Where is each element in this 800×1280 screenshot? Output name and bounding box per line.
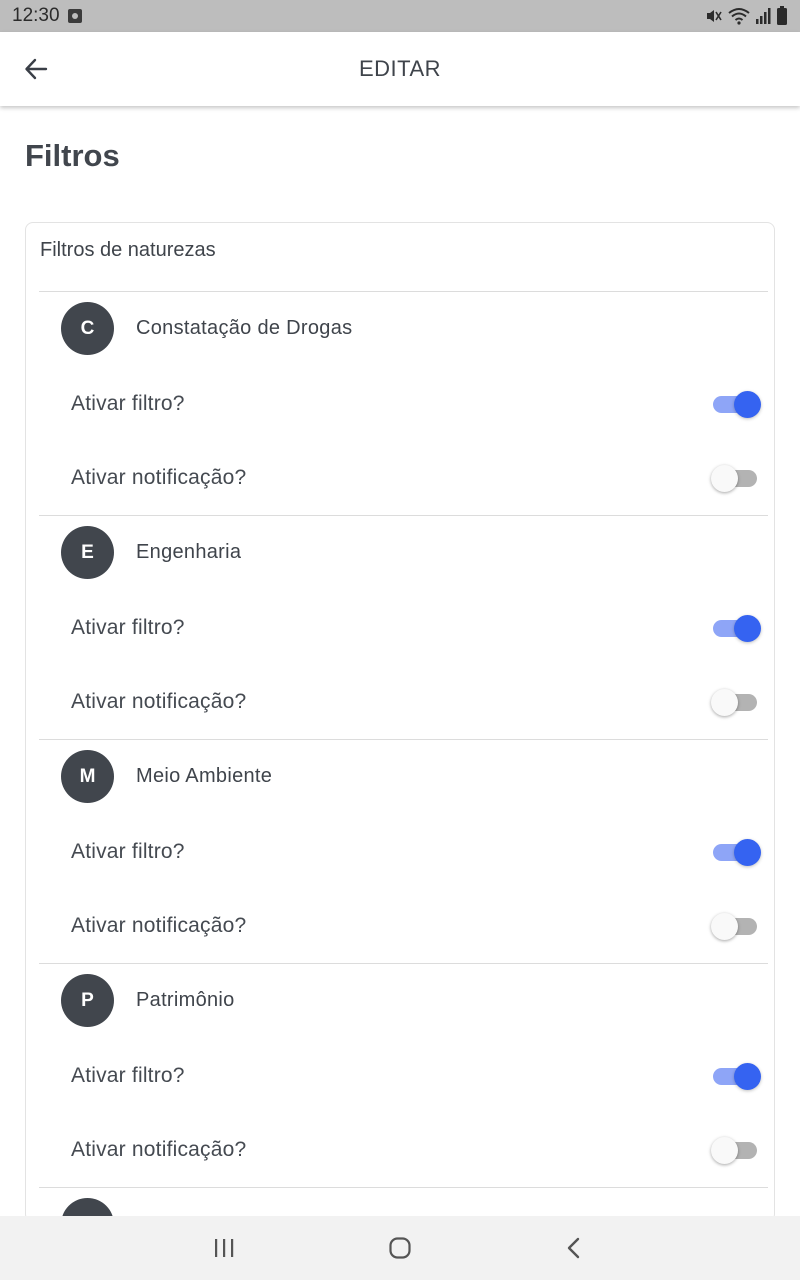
switch-thumb (711, 913, 738, 940)
notification-row: Ativar notificação? (71, 678, 761, 726)
filter-row: Ativar filtro? (71, 604, 761, 652)
wifi-icon (728, 8, 750, 25)
notification-label: Ativar notificação? (71, 914, 247, 937)
page-title: Filtros (25, 138, 120, 173)
notification-row: Ativar notificação? (71, 902, 761, 950)
battery-icon (777, 6, 787, 25)
back-icon (567, 1237, 580, 1259)
app-bar: EDITAR (0, 32, 800, 106)
filter-group: E Engenharia Ativar filtro? Ativar notif… (39, 515, 768, 739)
filter-label: Ativar filtro? (71, 1064, 185, 1087)
avatar: P (61, 974, 114, 1027)
filter-toggle[interactable] (711, 837, 761, 867)
filter-group: M Meio Ambiente Ativar filtro? Ativar no… (39, 739, 768, 963)
switch-thumb (734, 391, 761, 418)
filter-row: Ativar filtro? (71, 380, 761, 428)
switch-thumb (711, 465, 738, 492)
home-icon (389, 1237, 411, 1259)
filter-toggle[interactable] (711, 1061, 761, 1091)
status-time: 12:30 (12, 5, 60, 26)
status-bar-right (705, 6, 788, 26)
filter-group-header: P Patrimônio (61, 974, 235, 1027)
signal-icon (756, 8, 771, 24)
notification-icon (67, 9, 82, 23)
filter-row: Ativar filtro? (71, 828, 761, 876)
notification-label: Ativar notificação? (71, 466, 247, 489)
filter-group-name: Engenharia (136, 541, 242, 563)
filter-toggle[interactable] (711, 613, 761, 643)
avatar: M (61, 750, 114, 803)
nature-filters-card: Filtros de naturezas C Constatação de Dr… (25, 222, 775, 1222)
status-bar-left: 12:30 (12, 5, 82, 27)
switch-thumb (734, 615, 761, 642)
switch-thumb (734, 1063, 761, 1090)
filter-group-header: E Engenharia (61, 526, 241, 579)
back-button[interactable] (16, 49, 56, 89)
arrow-left-icon (25, 58, 48, 80)
notification-toggle[interactable] (711, 911, 761, 941)
filter-group-name: Meio Ambiente (136, 765, 273, 787)
filter-label: Ativar filtro? (71, 392, 185, 415)
mute-icon (707, 10, 722, 22)
filter-group-name: Patrimônio (136, 989, 235, 1011)
filter-group-header: C Constatação de Drogas (61, 302, 352, 355)
filter-row: Ativar filtro? (71, 1052, 761, 1100)
home-button[interactable] (380, 1232, 420, 1264)
avatar: C (61, 302, 114, 355)
switch-thumb (711, 689, 738, 716)
notification-label: Ativar notificação? (71, 1138, 247, 1161)
notification-toggle[interactable] (711, 1135, 761, 1165)
switch-thumb (711, 1137, 738, 1164)
notification-row: Ativar notificação? (71, 454, 761, 502)
app-bar-title: EDITAR (358, 56, 442, 81)
notification-toggle[interactable] (711, 463, 761, 493)
system-nav-bar (0, 1216, 800, 1280)
filter-group-name: Constatação de Drogas (136, 317, 353, 339)
filter-group: C Constatação de Drogas Ativar filtro? A… (39, 291, 768, 515)
filter-group: P Patrimônio Ativar filtro? Ativar notif… (39, 963, 768, 1187)
filter-label: Ativar filtro? (71, 840, 185, 863)
card-header: Filtros de naturezas (40, 239, 216, 261)
filter-label: Ativar filtro? (71, 616, 185, 639)
notification-row: Ativar notificação? (71, 1126, 761, 1174)
filter-group-header: M Meio Ambiente (61, 750, 272, 803)
recent-apps-icon (215, 1239, 234, 1257)
recent-apps-button[interactable] (204, 1232, 244, 1264)
notification-toggle[interactable] (711, 687, 761, 717)
filter-toggle[interactable] (711, 389, 761, 419)
notification-label: Ativar notificação? (71, 690, 247, 713)
switch-thumb (734, 839, 761, 866)
system-back-button[interactable] (554, 1232, 594, 1264)
status-bar: 12:30 (0, 0, 800, 32)
avatar: E (61, 526, 114, 579)
